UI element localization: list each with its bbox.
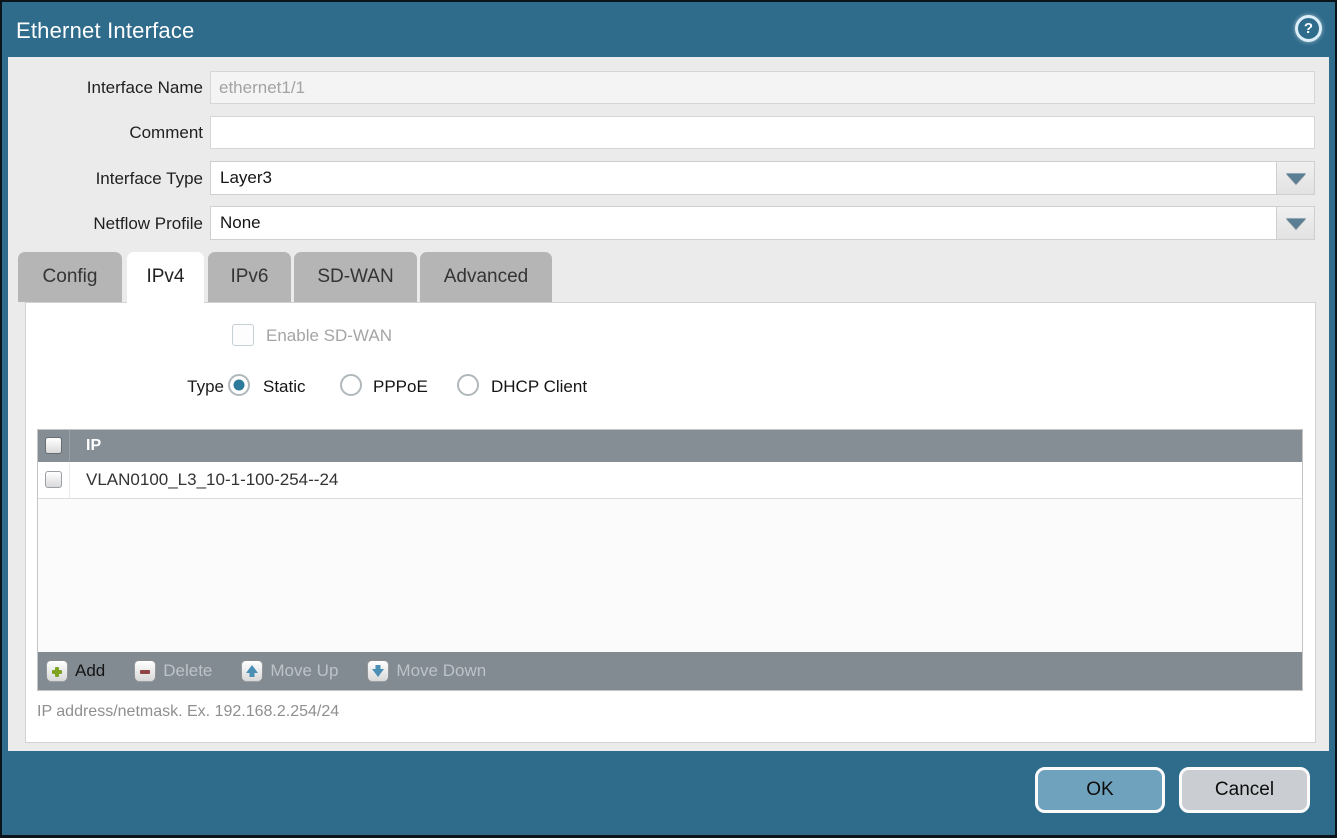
interface-name-label: Interface Name bbox=[8, 71, 203, 104]
tab-ipv4[interactable]: IPv4 bbox=[127, 252, 204, 305]
tab-sd-wan[interactable]: SD-WAN bbox=[294, 252, 417, 302]
dialog-title: Ethernet Interface bbox=[16, 18, 194, 44]
row-checkbox[interactable] bbox=[45, 471, 62, 488]
add-button-label: Add bbox=[75, 661, 105, 681]
netflow-profile-select[interactable]: None bbox=[210, 206, 1315, 240]
plus-icon bbox=[46, 660, 68, 682]
move-down-button-label: Move Down bbox=[396, 661, 486, 681]
arrow-up-icon bbox=[241, 660, 263, 682]
ip-cell-value: VLAN0100_L3_10-1-100-254--24 bbox=[86, 462, 338, 498]
table-row[interactable]: VLAN0100_L3_10-1-100-254--24 bbox=[38, 462, 1302, 499]
interface-type-dropdown-button[interactable] bbox=[1276, 162, 1314, 194]
ok-button[interactable]: OK bbox=[1035, 767, 1165, 813]
ethernet-interface-dialog: Ethernet Interface ? Interface Name Comm… bbox=[2, 2, 1335, 835]
move-up-button-label: Move Up bbox=[270, 661, 338, 681]
type-radio-pppoe-label[interactable]: PPPoE bbox=[373, 377, 428, 397]
interface-type-label: Interface Type bbox=[8, 162, 203, 195]
help-icon[interactable]: ? bbox=[1295, 15, 1322, 42]
minus-icon bbox=[134, 660, 156, 682]
type-radio-static-label[interactable]: Static bbox=[263, 377, 306, 397]
header-checkbox-cell bbox=[38, 430, 70, 462]
enable-sdwan-label: Enable SD-WAN bbox=[266, 326, 392, 346]
delete-button-label: Delete bbox=[163, 661, 212, 681]
dialog-body: Interface Name Comment Interface Type La… bbox=[8, 57, 1329, 751]
ip-table-header: IP bbox=[38, 430, 1302, 462]
comment-input[interactable] bbox=[210, 116, 1315, 149]
tab-advanced[interactable]: Advanced bbox=[420, 252, 552, 302]
ip-table: IP VLAN0100_L3_10-1-100-254--24 Add bbox=[37, 429, 1303, 691]
ip-format-hint: IP address/netmask. Ex. 192.168.2.254/24 bbox=[37, 703, 339, 721]
tab-panel-ipv4: Enable SD-WAN Type Static PPPoE DHCP Cli… bbox=[25, 302, 1316, 743]
netflow-profile-label: Netflow Profile bbox=[8, 207, 203, 240]
type-radio-pppoe[interactable] bbox=[340, 374, 362, 396]
interface-type-select[interactable]: Layer3 bbox=[210, 161, 1315, 195]
arrow-down-icon bbox=[367, 660, 389, 682]
type-radio-dhcp-client[interactable] bbox=[457, 374, 479, 396]
delete-button[interactable]: Delete bbox=[134, 660, 212, 682]
interface-type-value: Layer3 bbox=[220, 162, 272, 194]
add-button[interactable]: Add bbox=[46, 660, 105, 682]
enable-sdwan-checkbox[interactable] bbox=[232, 324, 254, 346]
move-down-button[interactable]: Move Down bbox=[367, 660, 486, 682]
comment-label: Comment bbox=[8, 116, 203, 149]
tab-config[interactable]: Config bbox=[18, 252, 122, 302]
interface-name-input bbox=[210, 71, 1315, 104]
radio-selected-dot bbox=[234, 380, 245, 391]
netflow-profile-value: None bbox=[220, 207, 261, 239]
type-radio-static[interactable] bbox=[228, 374, 250, 396]
move-up-button[interactable]: Move Up bbox=[241, 660, 338, 682]
type-label: Type bbox=[126, 377, 224, 397]
table-toolbar: Add Delete Move Up bbox=[38, 652, 1302, 690]
dialog-titlebar: Ethernet Interface ? bbox=[2, 2, 1335, 57]
netflow-profile-dropdown-button[interactable] bbox=[1276, 207, 1314, 239]
chevron-down-icon bbox=[1286, 218, 1306, 229]
tab-ipv6[interactable]: IPv6 bbox=[208, 252, 291, 302]
select-all-checkbox[interactable] bbox=[45, 437, 62, 454]
row-checkbox-cell bbox=[38, 462, 70, 498]
type-radio-dhcp-client-label[interactable]: DHCP Client bbox=[491, 377, 587, 397]
chevron-down-icon bbox=[1286, 173, 1306, 184]
ip-column-header: IP bbox=[86, 430, 101, 462]
cancel-button[interactable]: Cancel bbox=[1179, 767, 1310, 813]
